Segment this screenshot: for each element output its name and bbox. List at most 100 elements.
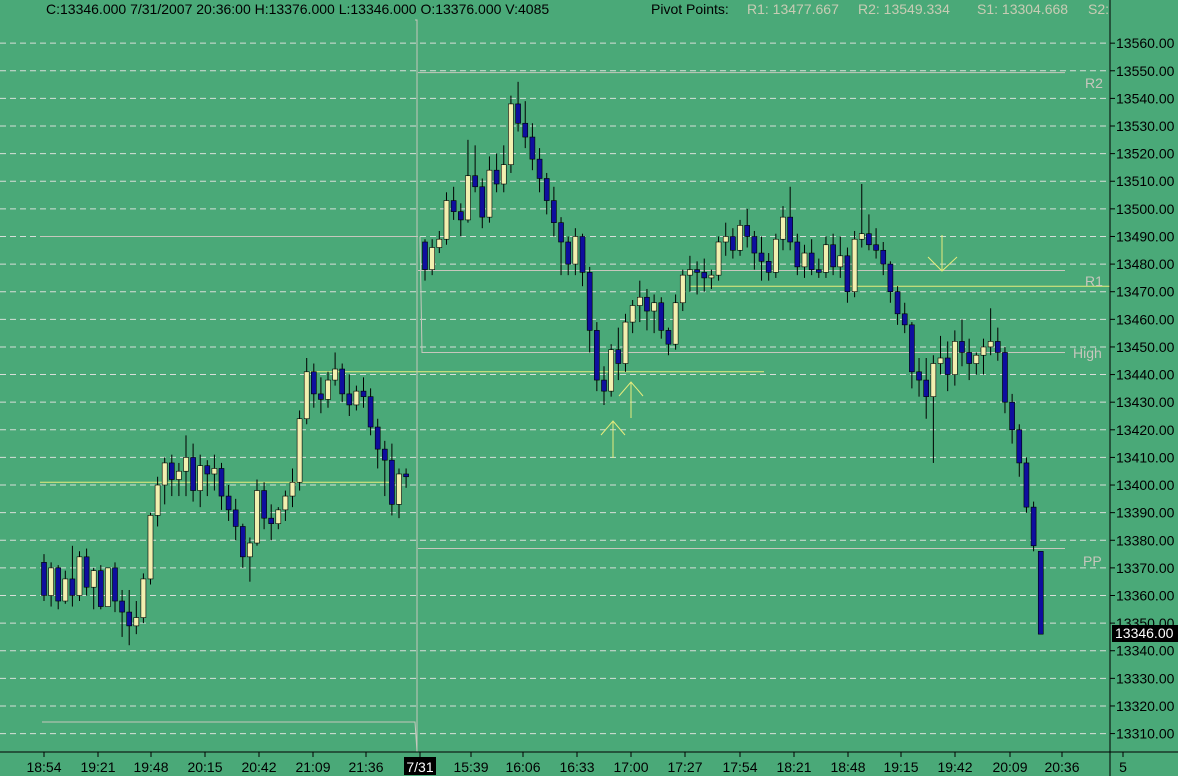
x-tick-label: 18:54 bbox=[26, 759, 61, 775]
y-tick-label: 13360.00 bbox=[1116, 587, 1175, 603]
candle-up bbox=[282, 495, 289, 511]
candle-up bbox=[396, 473, 402, 505]
candle-down bbox=[381, 448, 388, 461]
candle-up bbox=[211, 468, 218, 475]
candle-down bbox=[204, 465, 211, 475]
y-tick-label: 13340.00 bbox=[1116, 643, 1175, 659]
candle-up bbox=[254, 490, 260, 544]
candle-down bbox=[1002, 352, 1008, 403]
candle-up bbox=[154, 484, 161, 516]
candle-up bbox=[140, 578, 147, 618]
x-tick-label: 15:39 bbox=[453, 759, 488, 775]
header-s2: S2: bbox=[1088, 1, 1109, 17]
candle-up bbox=[687, 269, 693, 276]
candle-down bbox=[1037, 551, 1044, 635]
candle-up bbox=[930, 363, 937, 397]
candle-down bbox=[565, 241, 572, 265]
last-price-text: 13346.00 bbox=[1115, 625, 1174, 641]
candle-up bbox=[837, 255, 844, 268]
candle-up bbox=[973, 354, 980, 364]
candle-down bbox=[594, 330, 600, 381]
candle-up bbox=[980, 346, 987, 356]
candle-down bbox=[744, 225, 751, 237]
candle-up bbox=[247, 542, 253, 558]
x-tick-label: 17:00 bbox=[613, 759, 648, 775]
y-tick-label: 13450.00 bbox=[1116, 339, 1175, 355]
candle-up bbox=[147, 515, 154, 580]
candle-down bbox=[579, 236, 586, 273]
candle-down bbox=[318, 393, 324, 400]
candle-up bbox=[465, 175, 471, 221]
candle-down bbox=[551, 200, 557, 223]
candle-up bbox=[176, 470, 182, 480]
candle-up bbox=[62, 578, 69, 602]
header-r2: R2: 13549.334 bbox=[858, 1, 950, 17]
candle-down bbox=[658, 302, 665, 331]
candle-down bbox=[586, 272, 593, 331]
x-tick-label: 19:48 bbox=[133, 759, 168, 775]
candle-down bbox=[694, 269, 700, 273]
x-tick-label: 17:27 bbox=[667, 759, 702, 775]
y-tick-label: 13520.00 bbox=[1116, 146, 1175, 162]
candle-down bbox=[1030, 506, 1037, 547]
candle-down bbox=[240, 526, 246, 558]
candle-up bbox=[429, 247, 435, 270]
y-tick-label: 13320.00 bbox=[1116, 698, 1175, 714]
y-tick-label: 13400.00 bbox=[1116, 477, 1175, 493]
candle-down bbox=[1016, 429, 1023, 464]
x-tick-label: 19:15 bbox=[883, 759, 918, 775]
candle-up bbox=[708, 274, 715, 279]
pivot-label-high: High bbox=[1073, 345, 1102, 361]
candle-down bbox=[916, 371, 922, 381]
y-tick-label: 13550.00 bbox=[1116, 63, 1175, 79]
candle-up bbox=[636, 296, 643, 306]
candle-down bbox=[55, 567, 62, 602]
candle-down bbox=[422, 241, 428, 270]
candle-down bbox=[866, 233, 872, 246]
candle-down bbox=[339, 368, 346, 395]
x-tick-label: 18:21 bbox=[776, 759, 811, 775]
y-tick-label: 13410.00 bbox=[1116, 449, 1175, 465]
candle-down bbox=[403, 473, 409, 478]
y-tick-label: 13310.00 bbox=[1116, 726, 1175, 742]
candle-down bbox=[472, 175, 478, 188]
candle-down bbox=[615, 349, 622, 364]
candle-down bbox=[887, 263, 894, 293]
y-tick-label: 13390.00 bbox=[1116, 505, 1175, 521]
candle-down bbox=[367, 396, 374, 428]
y-tick-label: 13470.00 bbox=[1116, 284, 1175, 300]
candle-down bbox=[479, 186, 486, 218]
candle-down bbox=[794, 241, 801, 268]
last-price-label: 13346.00 bbox=[1112, 625, 1178, 642]
candle-down bbox=[787, 216, 793, 243]
x-tick-label: 20:36 bbox=[1044, 759, 1079, 775]
candlestick-chart: C:13346.000 7/31/2007 20:36:00 H:13376.0… bbox=[0, 0, 1178, 776]
header-pivot-title: Pivot Points: bbox=[651, 1, 729, 17]
candle-up bbox=[90, 570, 97, 588]
candle-up bbox=[332, 368, 338, 381]
candle-down bbox=[830, 244, 836, 268]
y-tick-label: 13380.00 bbox=[1116, 532, 1175, 548]
candle-down bbox=[880, 249, 887, 265]
candle-up bbox=[715, 241, 722, 276]
candle-up bbox=[353, 390, 360, 406]
candle-up bbox=[486, 169, 493, 218]
candle-down bbox=[69, 578, 76, 596]
candle-down bbox=[126, 611, 132, 627]
candle-down bbox=[119, 600, 125, 613]
candle-down bbox=[389, 459, 395, 505]
candle-down bbox=[1009, 401, 1015, 431]
candle-down bbox=[261, 490, 267, 519]
candle-up bbox=[275, 509, 282, 524]
candle-up bbox=[183, 457, 189, 472]
candle-up bbox=[303, 371, 310, 420]
x-tick-label: 20:42 bbox=[241, 759, 276, 775]
candle-down bbox=[901, 313, 908, 326]
candle-down bbox=[644, 296, 650, 312]
candle-up bbox=[987, 341, 994, 348]
x-tick-label: 16:33 bbox=[559, 759, 594, 775]
pivot-label-r2: R2 bbox=[1085, 75, 1103, 91]
x-tick-label: 20:15 bbox=[187, 759, 222, 775]
candle-up bbox=[296, 418, 303, 483]
candle-down bbox=[346, 393, 353, 406]
